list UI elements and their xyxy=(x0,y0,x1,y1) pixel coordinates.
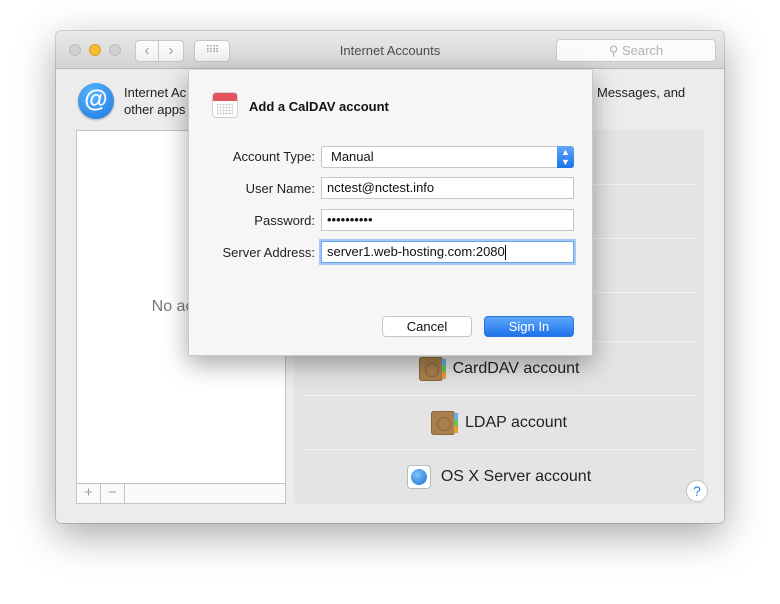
account-type-value: Manual xyxy=(331,149,374,164)
account-type-label: Account Type: xyxy=(232,149,315,164)
title-bar: ‹ › ⠿⠿ Internet Accounts ⚲ Search xyxy=(56,31,724,69)
provider-ldap[interactable]: LDAP account xyxy=(302,395,696,449)
intro-line-1-right: Messages, and xyxy=(597,85,686,100)
add-caldav-sheet: Add a CalDAV account Account Type: Manua… xyxy=(188,70,593,356)
provider-label: OS X Server account xyxy=(440,467,592,485)
list-footer: + − xyxy=(77,483,285,503)
server-globe-icon xyxy=(406,464,431,489)
provider-label: CardDAV account xyxy=(452,359,580,377)
add-account-button[interactable]: + xyxy=(77,484,101,503)
search-placeholder: Search xyxy=(621,43,664,58)
server-address-field[interactable]: server1.web-hosting.com:2080 xyxy=(321,241,574,263)
up-down-arrows-icon: ▲ ▼ xyxy=(557,146,574,168)
account-type-select[interactable]: Manual ▲ ▼ xyxy=(321,146,574,168)
cancel-button[interactable]: Cancel xyxy=(382,316,472,337)
provider-osx-server[interactable]: OS X Server account xyxy=(302,449,696,503)
remove-account-button[interactable]: − xyxy=(101,484,125,503)
contacts-book-icon xyxy=(418,356,446,381)
text-cursor xyxy=(504,245,506,261)
password-field[interactable]: •••••••••• xyxy=(321,209,574,231)
server-address-label: Server Address: xyxy=(222,245,316,260)
server-address-value: server1.web-hosting.com:2080 xyxy=(327,244,505,259)
contacts-book-icon xyxy=(431,410,458,435)
calendar-icon xyxy=(212,92,238,118)
sheet-title: Add a CalDAV account xyxy=(249,99,389,114)
sign-in-button[interactable]: Sign In xyxy=(484,316,574,337)
user-name-field[interactable]: nctest@nctest.info xyxy=(321,177,574,199)
user-name-label: User Name: xyxy=(245,181,315,196)
search-input[interactable]: ⚲ Search xyxy=(556,39,716,62)
password-label: Password: xyxy=(254,213,315,228)
provider-label: LDAP account xyxy=(465,413,567,431)
internet-accounts-icon: @ xyxy=(78,83,114,119)
search-icon: ⚲ xyxy=(608,43,622,58)
help-button[interactable]: ? xyxy=(686,480,708,502)
